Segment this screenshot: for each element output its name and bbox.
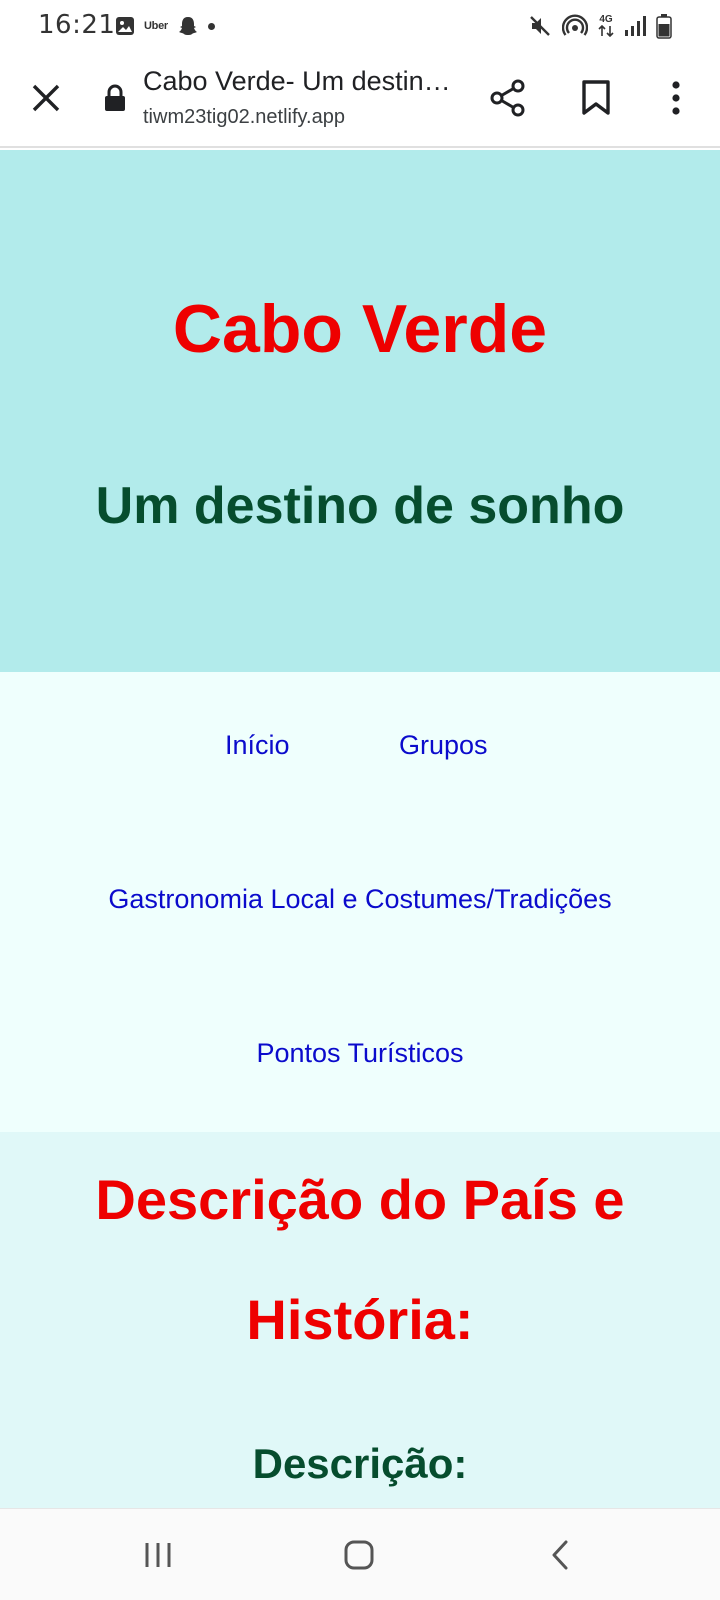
page-url[interactable]: tiwm23tig02.netlify.app <box>143 106 345 129</box>
network-type-label: 4G <box>599 14 613 25</box>
bookmark-icon <box>582 80 610 115</box>
signal-icon <box>625 16 646 36</box>
share-button[interactable] <box>486 76 530 120</box>
section-title: Descrição do País e História: <box>95 1168 625 1351</box>
status-time: 16:21 <box>38 10 116 40</box>
page-title[interactable]: Cabo Verde- Um destino de sonho <box>143 66 453 97</box>
nav-link-inicio[interactable]: Início <box>225 730 290 761</box>
back-button[interactable] <box>538 1533 582 1577</box>
web-content: Cabo Verde Um destino de sonho Início Gr… <box>0 150 720 1508</box>
hero-header: Cabo Verde Um destino de sonho <box>0 150 720 672</box>
status-bar: 16:21 Uber 4G <box>0 0 720 52</box>
more-vert-icon <box>672 81 680 115</box>
close-button[interactable] <box>26 78 66 118</box>
status-right-icons: 4G <box>528 12 672 40</box>
notification-dot-icon <box>207 22 215 30</box>
more-options-button[interactable] <box>654 76 698 120</box>
4g-icon: 4G <box>598 15 614 37</box>
bookmark-button[interactable] <box>574 76 618 120</box>
share-icon <box>490 79 525 117</box>
mute-icon <box>530 16 550 36</box>
hero-title: Cabo Verde <box>172 291 548 367</box>
hero-subtitle: Um destino de sonho <box>95 477 625 535</box>
nav-link-pontos-turisticos[interactable]: Pontos Turísticos <box>0 1038 720 1069</box>
gallery-icon <box>116 17 134 35</box>
nav-link-gastronomia[interactable]: Gastronomia Local e Costumes/Tradições <box>0 884 720 915</box>
uber-icon: Uber <box>144 20 168 32</box>
status-left-icons: Uber <box>115 14 215 38</box>
nav-link-grupos[interactable]: Grupos <box>399 730 488 761</box>
recents-button[interactable] <box>136 1533 180 1577</box>
description-section: Descrição do País e História: Descrição: <box>0 1132 720 1508</box>
recents-icon <box>145 1543 171 1567</box>
system-nav-bar <box>0 1508 720 1600</box>
browser-toolbar: Cabo Verde- Um destino de sonho tiwm23ti… <box>0 52 720 148</box>
close-icon <box>32 84 60 112</box>
hotspot-icon <box>562 14 588 36</box>
site-nav: Início Grupos Gastronomia Local e Costum… <box>0 672 720 1132</box>
lock-icon <box>105 84 125 111</box>
home-icon <box>344 1540 374 1570</box>
battery-icon <box>656 14 672 39</box>
home-button[interactable] <box>337 1533 381 1577</box>
snapchat-icon <box>178 17 197 35</box>
back-icon <box>552 1540 568 1570</box>
section-subtitle: Descrição: <box>252 1440 468 1487</box>
